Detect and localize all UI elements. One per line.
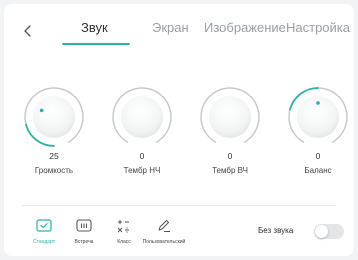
mode-custom-button[interactable]: Пользовательский bbox=[142, 218, 186, 250]
volume-knob[interactable]: 25 Громкость bbox=[19, 82, 89, 190]
bass-dial[interactable] bbox=[107, 82, 177, 152]
divider bbox=[22, 205, 336, 206]
volume-value: 25 bbox=[49, 151, 59, 161]
bass-value: 0 bbox=[139, 151, 145, 161]
check-screen-icon bbox=[36, 219, 52, 232]
tab-screen[interactable]: Экран bbox=[152, 20, 189, 35]
tab-bar: Звук Экран Изображение Настройка bbox=[4, 4, 354, 54]
knob-indicator-dot bbox=[39, 108, 44, 113]
treble-label: Тембр ВЧ bbox=[212, 166, 248, 175]
mute-label: Без звука bbox=[258, 226, 294, 235]
mode-meeting-button[interactable]: Встреча bbox=[62, 218, 106, 250]
treble-dial[interactable] bbox=[195, 82, 265, 152]
balance-dial[interactable] bbox=[283, 82, 353, 152]
pen-icon bbox=[158, 220, 170, 232]
volume-label: Громкость bbox=[34, 166, 74, 175]
volume-dial[interactable] bbox=[19, 82, 89, 152]
mute-toggle[interactable] bbox=[314, 224, 344, 239]
mode-class-button[interactable]: Класс bbox=[102, 218, 146, 250]
meeting-icon bbox=[76, 219, 92, 232]
mode-custom-label: Пользовательский bbox=[142, 239, 186, 245]
knob-body bbox=[121, 96, 163, 138]
active-tab-indicator bbox=[62, 43, 130, 45]
mute-toggle-thumb bbox=[315, 225, 328, 238]
tab-picture[interactable]: Изображение bbox=[204, 20, 286, 35]
treble-value: 0 bbox=[227, 151, 233, 161]
bass-label: Тембр НЧ bbox=[123, 166, 161, 175]
bass-knob[interactable]: 0 Тембр НЧ bbox=[107, 82, 177, 190]
balance-value: 0 bbox=[315, 151, 321, 161]
knob-body bbox=[33, 96, 75, 138]
mode-standard-button[interactable]: Стандарт bbox=[22, 218, 66, 250]
tab-settings[interactable]: Настройка bbox=[286, 20, 350, 35]
sound-settings-panel: Звук Экран Изображение Настройка 25 Гром… bbox=[4, 4, 354, 256]
balance-label: Баланс bbox=[304, 166, 332, 175]
balance-knob[interactable]: 0 Баланс bbox=[283, 82, 353, 190]
knob-indicator-dot bbox=[316, 101, 320, 105]
math-symbols-icon bbox=[117, 220, 129, 233]
knob-body bbox=[209, 96, 251, 138]
tab-sound[interactable]: Звук bbox=[81, 20, 108, 35]
treble-knob[interactable]: 0 Тембр ВЧ bbox=[195, 82, 265, 190]
